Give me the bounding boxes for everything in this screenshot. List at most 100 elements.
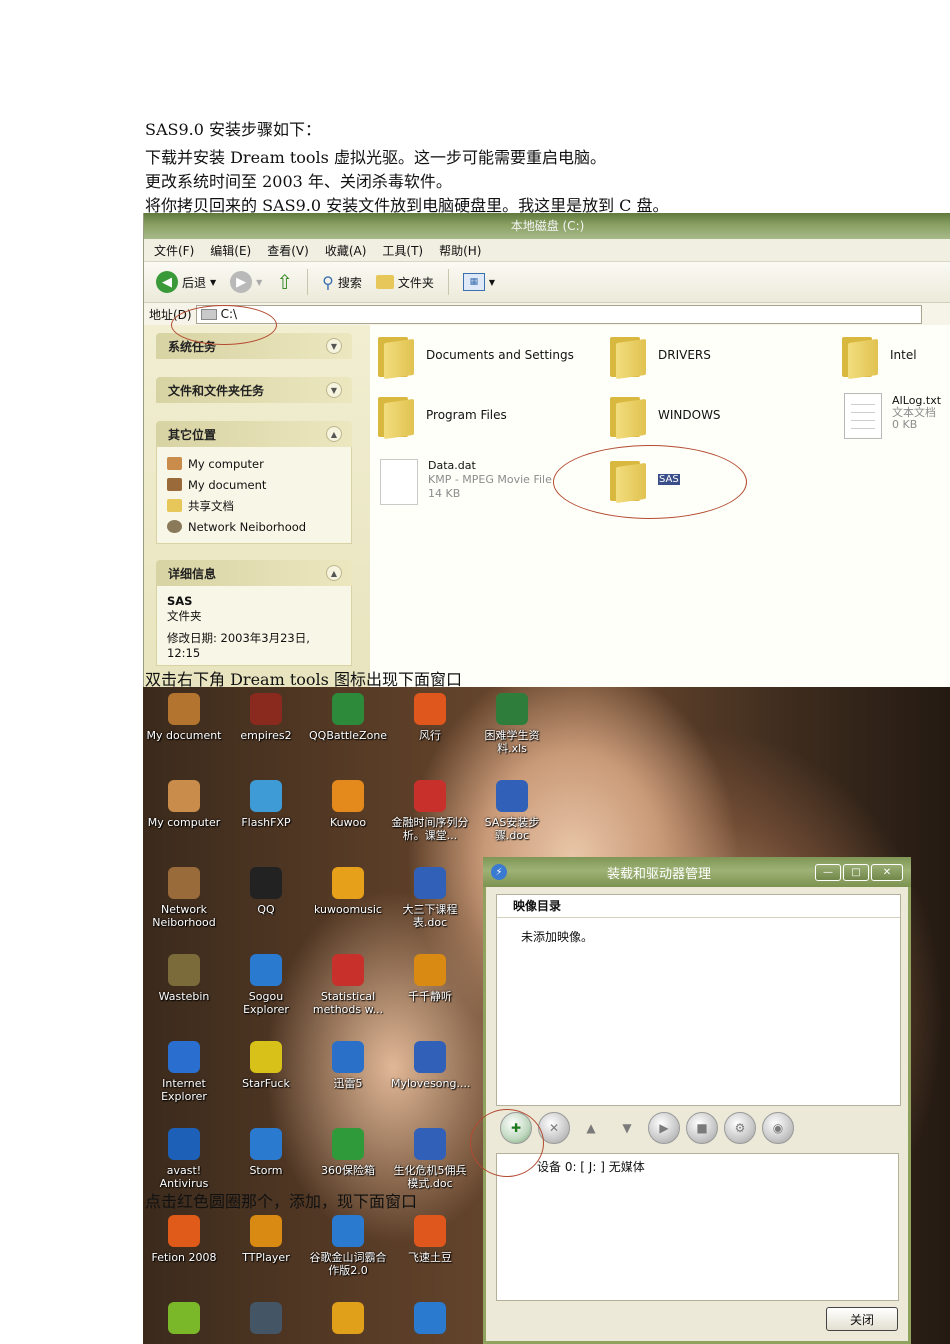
desktop-icon[interactable]: 大三下课程表.doc — [391, 867, 469, 929]
desktop-icon[interactable]: 千千静听 — [391, 954, 469, 1003]
menu-edit[interactable]: 编辑(E) — [210, 242, 251, 259]
menu-favorites[interactable]: 收藏(A) — [325, 242, 367, 259]
maximize-button[interactable]: □ — [843, 864, 869, 881]
folders-button[interactable]: 文件夹 — [372, 272, 438, 293]
move-up-icon[interactable]: ▲ — [576, 1113, 606, 1143]
desktop-icon[interactable]: Sogou Explorer — [227, 954, 305, 1016]
place-my-document[interactable]: My document — [167, 474, 341, 495]
app-icon — [332, 1215, 364, 1247]
address-input[interactable]: C:\ — [195, 304, 922, 324]
file-item[interactable]: Data.dat KMP - MPEG Movie File 14 KB — [380, 459, 552, 505]
close-button[interactable]: 关闭 — [826, 1307, 898, 1331]
app-icon — [414, 1302, 446, 1334]
desktop-icon-label: 迅雷5 — [333, 1077, 363, 1090]
desktop-icon[interactable]: Storm — [227, 1128, 305, 1177]
disc-icon[interactable]: ◉ — [762, 1112, 794, 1144]
desktop-icon[interactable]: 迅雷5 — [309, 1041, 387, 1090]
mount-button[interactable]: ▶ — [648, 1112, 680, 1144]
folder-item[interactable]: Documents and Settings — [378, 333, 574, 380]
menu-file[interactable]: 文件(F) — [154, 242, 194, 259]
desktop-icon-label: 困难学生资料.xls — [484, 729, 540, 755]
folder-item[interactable]: Program Files — [378, 393, 507, 440]
desktop-icon[interactable]: 360保险箱 — [309, 1128, 387, 1177]
folder-item-sas[interactable]: SAS — [610, 457, 680, 504]
desktop-icon[interactable] — [145, 1302, 223, 1338]
desktop-icon-label: Internet Explorer — [161, 1077, 207, 1103]
desktop-icon[interactable]: empires2 — [227, 693, 305, 742]
desktop-icon[interactable]: FlashFXP — [227, 780, 305, 829]
desktop-icon-label: QQ — [257, 903, 275, 916]
desktop-icon[interactable] — [227, 1302, 305, 1338]
desktop-icon[interactable]: kuwoomusic — [309, 867, 387, 916]
folder-item[interactable]: Intel — [842, 333, 917, 380]
desktop-icon[interactable]: 谷歌金山词霸合作版2.0 — [309, 1215, 387, 1277]
desktop-icon[interactable]: My computer — [145, 780, 223, 829]
search-button[interactable]: ⚲ 搜索 — [318, 271, 366, 294]
desktop-icon[interactable]: Fetion 2008 — [145, 1215, 223, 1264]
place-label: My document — [188, 477, 267, 492]
desktop-icon[interactable]: QQBattleZone — [309, 693, 387, 742]
desktop-icon[interactable]: 金融时间序列分析。课堂... — [391, 780, 469, 842]
computer-icon — [167, 457, 182, 470]
panel-details[interactable]: 详细信息 ▲ — [156, 560, 352, 586]
panel-system-tasks[interactable]: 系统任务 ▼ — [156, 333, 352, 359]
desktop-icon[interactable]: QQ — [227, 867, 305, 916]
minimize-button[interactable]: — — [815, 864, 841, 881]
desktop-icon[interactable]: TTPlayer — [227, 1215, 305, 1264]
desktop-icon[interactable] — [309, 1302, 387, 1338]
desktop-icon[interactable]: StarFuck — [227, 1041, 305, 1090]
desktop-icon[interactable]: Statistical methods w... — [309, 954, 387, 1016]
app-icon — [250, 693, 282, 725]
toolbar: ◀ 后退 ▼ ▶ ▼ ⇧ ⚲ 搜索 文件夹 ▦ ▼ — [144, 262, 950, 303]
views-button[interactable]: ▦ ▼ — [459, 271, 499, 293]
file-item[interactable]: AILog.txt 文本文档 0 KB — [844, 393, 941, 439]
desktop-icon[interactable]: My document — [145, 693, 223, 742]
forward-button[interactable]: ▶ ▼ — [226, 269, 266, 295]
desktop-icon-label: empires2 — [240, 729, 292, 742]
desktop-icon[interactable]: 困难学生资料.xls — [473, 693, 551, 755]
remove-image-button[interactable]: ✕ — [538, 1112, 570, 1144]
desktop-icon[interactable]: 飞速土豆 — [391, 1215, 469, 1264]
desktop-icon[interactable]: Network Neiborhood — [145, 867, 223, 929]
desktop-icon[interactable]: avast! Antivirus — [145, 1128, 223, 1190]
up-button[interactable]: ⇧ — [272, 268, 297, 296]
desktop-icon[interactable]: 风行 — [391, 693, 469, 742]
desktop-icon-label: 飞速土豆 — [408, 1251, 452, 1264]
place-my-computer[interactable]: My computer — [167, 453, 341, 474]
chevron-up-icon[interactable]: ▲ — [326, 565, 342, 581]
menu-tools[interactable]: 工具(T) — [382, 242, 423, 259]
desktop-icon[interactable]: Wastebin — [145, 954, 223, 1003]
unmount-button[interactable]: ■ — [686, 1112, 718, 1144]
dropdown-icon[interactable]: ▼ — [256, 278, 262, 287]
back-button[interactable]: ◀ 后退 ▼ — [152, 269, 220, 295]
desktop-icon[interactable] — [391, 1302, 469, 1338]
chevron-down-icon[interactable]: ▼ — [326, 338, 342, 354]
app-icon — [332, 954, 364, 986]
desktop-icon[interactable]: 生化危机5佣兵模式.doc — [391, 1128, 469, 1190]
place-shared-documents[interactable]: 共享文档 — [167, 495, 341, 516]
device-row[interactable]: 设备 0: [ J: ] 无媒体 — [537, 1158, 898, 1175]
dropdown-icon[interactable]: ▼ — [210, 278, 216, 287]
chevron-down-icon[interactable]: ▼ — [326, 382, 342, 398]
desktop-icon[interactable]: Kuwoo — [309, 780, 387, 829]
add-image-button[interactable]: ✚ — [500, 1112, 532, 1144]
chevron-up-icon[interactable]: ▲ — [326, 426, 342, 442]
desktop-icon[interactable]: Mylovesong.... — [391, 1041, 470, 1090]
folder-item[interactable]: WINDOWS — [610, 393, 721, 440]
panel-file-tasks[interactable]: 文件和文件夹任务 ▼ — [156, 377, 352, 403]
app-icon — [168, 954, 200, 986]
move-down-icon[interactable]: ▼ — [612, 1113, 642, 1143]
caption-add: 点击红色圆圈那个，添加，现下面窗口 — [145, 1192, 418, 1211]
menu-help[interactable]: 帮助(H) — [439, 242, 481, 259]
desktop-icon[interactable]: SAS安装步骤.doc — [473, 780, 551, 842]
close-window-button[interactable]: ✕ — [871, 864, 903, 881]
menu-view[interactable]: 查看(V) — [267, 242, 309, 259]
dropdown-icon[interactable]: ▼ — [489, 278, 495, 287]
drive-icon — [200, 308, 217, 320]
other-places-list: My computer My document 共享文档 Network Nei… — [156, 447, 352, 544]
panel-other-places[interactable]: 其它位置 ▲ — [156, 421, 352, 447]
settings-gear-icon[interactable]: ⚙ — [724, 1112, 756, 1144]
place-network[interactable]: Network Neiborhood — [167, 516, 341, 537]
desktop-icon[interactable]: Internet Explorer — [145, 1041, 223, 1103]
folder-item[interactable]: DRIVERS — [610, 333, 711, 380]
